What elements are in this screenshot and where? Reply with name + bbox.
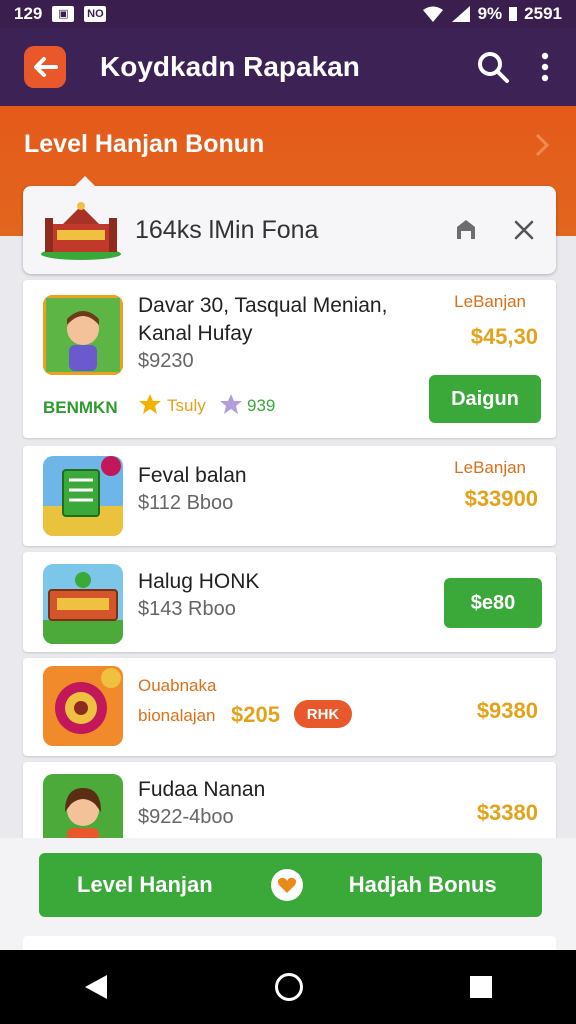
item-subtitle: bionalajan: [138, 706, 216, 725]
banner-title: Level Hanjan Bonun: [24, 130, 265, 158]
level-button-label: Level Hanjan: [77, 872, 213, 897]
search-icon[interactable]: [476, 50, 510, 84]
item-price: $205: [231, 702, 280, 727]
item-title: Davar 30, Tasqual Menian,: [138, 294, 388, 317]
item-amount: $9380: [476, 698, 538, 723]
divider: [23, 936, 556, 950]
heart-chat-icon: [270, 869, 303, 901]
temple-logo-icon: [41, 202, 121, 260]
signal-icon: [451, 6, 470, 22]
item-title: Fudaa Nanan: [138, 778, 266, 801]
status-bar: 129 ▣ NO 9% 2591: [0, 0, 576, 28]
item-thumbnail: [43, 295, 123, 375]
list-item[interactable]: Feval balan $112 Bboo LeBanjan $33900: [23, 446, 556, 546]
rating-text: Tsuly: [167, 396, 206, 415]
item-badge: RHK: [294, 700, 352, 728]
item-thumbnail: [43, 456, 123, 536]
wheel-icon: [43, 666, 123, 746]
app-bar: Koydkadn Rapakan: [0, 28, 576, 106]
home-nav-icon[interactable]: [274, 972, 304, 1002]
back-button[interactable]: [24, 46, 66, 88]
status-clock: 2591: [524, 4, 562, 23]
system-nav-bar: [0, 950, 576, 1024]
item-thumbnail: [43, 564, 123, 644]
item-title: Ouabnaka: [138, 676, 217, 695]
item-subtitle: Kanal Hufay: [138, 322, 253, 345]
search-card[interactable]: 164ks lMin Fona: [23, 176, 556, 274]
signboard-icon: [43, 564, 123, 644]
item-title: Halug HONK: [138, 570, 260, 593]
list-item[interactable]: Davar 30, Tasqual Menian, Kanal Hufay $9…: [23, 280, 556, 438]
notification-icon: NO: [84, 6, 107, 22]
status-time: 129: [14, 4, 43, 23]
star-icon: [139, 394, 161, 414]
image-icon: ▣: [52, 6, 75, 22]
item-price: $143 Rboo: [138, 598, 236, 620]
claim-button[interactable]: Daigun: [429, 375, 541, 423]
item-tag: LeBanjan: [454, 292, 526, 311]
more-vert-icon[interactable]: [540, 52, 550, 82]
buy-button[interactable]: $e80: [444, 578, 542, 628]
item-price: $9230: [138, 350, 194, 372]
item-price: $112 Bboo: [138, 492, 234, 514]
bonus-action-bar[interactable]: Level Hanjan Hadjah Bonus: [39, 853, 542, 917]
wifi-icon: [422, 6, 443, 22]
item-badge: BENMKN: [43, 398, 118, 417]
item-title: Feval balan: [138, 464, 247, 487]
list-item[interactable]: Halug HONK $143 Rboo $e80: [23, 552, 556, 652]
page-title: Koydkadn Rapakan: [100, 51, 360, 82]
arrow-left-icon: [34, 57, 58, 77]
item-tag: LeBanjan: [454, 458, 526, 477]
item-amount: $33900: [464, 486, 538, 511]
item-amount: $45,30: [470, 324, 538, 349]
list-item[interactable]: Ouabnaka bionalajan $205 RHK $9380: [23, 658, 556, 756]
document-icon: [43, 456, 123, 536]
item-price: $922-4boo: [138, 806, 234, 828]
bonus-button-label: Hadjah Bonus: [348, 872, 497, 897]
recents-nav-icon[interactable]: [469, 975, 493, 999]
item-amount: $3380: [476, 800, 538, 825]
save-icon[interactable]: [454, 218, 478, 242]
chevron-right-icon[interactable]: [534, 132, 550, 158]
star-icon: [220, 394, 242, 414]
battery-percent: 9%: [477, 4, 503, 23]
rating-count: 939: [247, 396, 276, 415]
close-icon[interactable]: [514, 220, 534, 240]
battery-icon: [509, 7, 518, 21]
boy-avatar-icon: [43, 295, 123, 375]
search-input[interactable]: 164ks lMin Fona: [135, 216, 318, 245]
back-nav-icon[interactable]: [83, 973, 109, 1001]
item-thumbnail: [43, 666, 123, 746]
